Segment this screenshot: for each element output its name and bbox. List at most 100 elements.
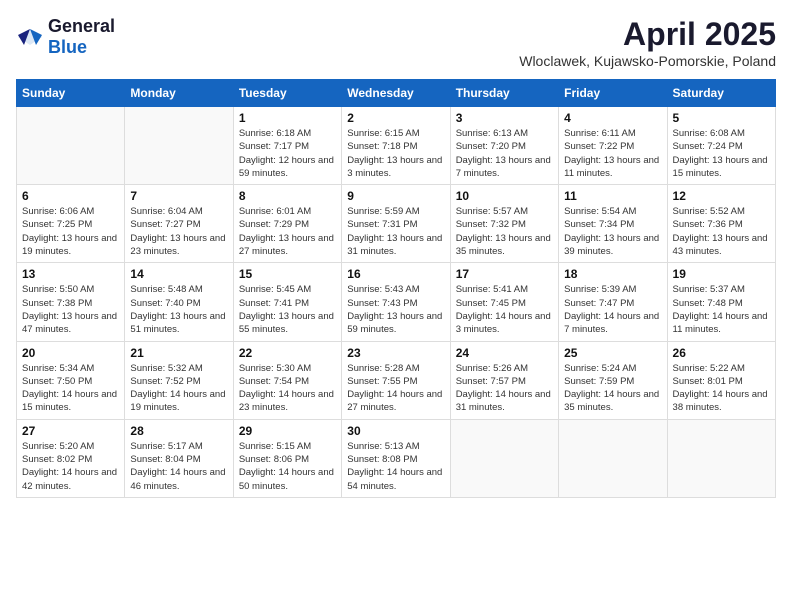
day-number: 12 <box>673 189 770 203</box>
day-number: 25 <box>564 346 661 360</box>
title-area: April 2025 Wloclawek, Kujawsko-Pomorskie… <box>519 16 776 69</box>
logo-icon <box>16 27 44 47</box>
calendar-cell <box>450 419 558 497</box>
calendar-cell: 18Sunrise: 5:39 AMSunset: 7:47 PMDayligh… <box>559 263 667 341</box>
day-info: Sunrise: 6:11 AMSunset: 7:22 PMDaylight:… <box>564 127 661 180</box>
calendar-cell: 15Sunrise: 5:45 AMSunset: 7:41 PMDayligh… <box>233 263 341 341</box>
calendar-cell: 5 Sunrise: 6:08 AMSunset: 7:24 PMDaylight… <box>667 107 775 185</box>
calendar-cell: 30 Sunrise: 5:13 AMSunset: 8:08 PMDayligh… <box>342 419 450 497</box>
calendar-cell: 21 Sunrise: 5:32 AMSunset: 7:52 PMDayligh… <box>125 341 233 419</box>
calendar-cell: 6 Sunrise: 6:06 AMSunset: 7:25 PMDaylight… <box>17 185 125 263</box>
day-number: 15 <box>239 267 336 281</box>
day-info: Sunrise: 5:37 AMSunset: 7:48 PMDaylight:… <box>673 283 770 336</box>
calendar-weekday-header: Monday <box>125 80 233 107</box>
day-number: 9 <box>347 189 444 203</box>
calendar-cell: 17Sunrise: 5:41 AMSunset: 7:45 PMDayligh… <box>450 263 558 341</box>
calendar-cell: 1Sunrise: 6:18 AMSunset: 7:17 PMDaylight… <box>233 107 341 185</box>
day-number: 16 <box>347 267 444 281</box>
calendar-weekday-header: Saturday <box>667 80 775 107</box>
logo-general: General <box>48 16 115 36</box>
calendar-weekday-header: Sunday <box>17 80 125 107</box>
calendar-header-row: SundayMondayTuesdayWednesdayThursdayFrid… <box>17 80 776 107</box>
day-info: Sunrise: 5:32 AMSunset: 7:52 PMDaylight:… <box>130 362 227 415</box>
calendar-cell: 27 Sunrise: 5:20 AMSunset: 8:02 PMDayligh… <box>17 419 125 497</box>
calendar-cell: 25 Sunrise: 5:24 AMSunset: 7:59 PMDayligh… <box>559 341 667 419</box>
day-number: 22 <box>239 346 336 360</box>
calendar-weekday-header: Wednesday <box>342 80 450 107</box>
calendar-weekday-header: Tuesday <box>233 80 341 107</box>
location-subtitle: Wloclawek, Kujawsko-Pomorskie, Poland <box>519 53 776 69</box>
day-number: 5 <box>673 111 770 125</box>
day-info: Sunrise: 5:22 AMSunset: 8:01 PMDaylight:… <box>673 362 770 415</box>
calendar-cell <box>667 419 775 497</box>
day-number: 3 <box>456 111 553 125</box>
calendar-cell: 24 Sunrise: 5:26 AMSunset: 7:57 PMDayligh… <box>450 341 558 419</box>
day-info: Sunrise: 5:57 AMSunset: 7:32 PMDaylight:… <box>456 205 553 258</box>
day-info: Sunrise: 5:28 AMSunset: 7:55 PMDaylight:… <box>347 362 444 415</box>
day-number: 20 <box>22 346 119 360</box>
day-number: 30 <box>347 424 444 438</box>
calendar-cell: 20 Sunrise: 5:34 AMSunset: 7:50 PMDayligh… <box>17 341 125 419</box>
day-info: Sunrise: 5:20 AMSunset: 8:02 PMDaylight:… <box>22 440 119 493</box>
day-info: Sunrise: 5:43 AMSunset: 7:43 PMDaylight:… <box>347 283 444 336</box>
calendar-cell <box>125 107 233 185</box>
calendar-cell: 7Sunrise: 6:04 AMSunset: 7:27 PMDaylight… <box>125 185 233 263</box>
day-info: Sunrise: 5:50 AMSunset: 7:38 PMDaylight:… <box>22 283 119 336</box>
calendar-week-row: 6 Sunrise: 6:06 AMSunset: 7:25 PMDaylight… <box>17 185 776 263</box>
day-info: Sunrise: 6:13 AMSunset: 7:20 PMDaylight:… <box>456 127 553 180</box>
day-number: 18 <box>564 267 661 281</box>
calendar-cell: 19 Sunrise: 5:37 AMSunset: 7:48 PMDayligh… <box>667 263 775 341</box>
day-number: 7 <box>130 189 227 203</box>
day-info: Sunrise: 5:26 AMSunset: 7:57 PMDaylight:… <box>456 362 553 415</box>
day-info: Sunrise: 6:06 AMSunset: 7:25 PMDaylight:… <box>22 205 119 258</box>
day-number: 8 <box>239 189 336 203</box>
day-info: Sunrise: 6:18 AMSunset: 7:17 PMDaylight:… <box>239 127 336 180</box>
day-info: Sunrise: 6:15 AMSunset: 7:18 PMDaylight:… <box>347 127 444 180</box>
calendar-week-row: 27 Sunrise: 5:20 AMSunset: 8:02 PMDayligh… <box>17 419 776 497</box>
day-number: 28 <box>130 424 227 438</box>
day-info: Sunrise: 5:34 AMSunset: 7:50 PMDaylight:… <box>22 362 119 415</box>
calendar-cell <box>17 107 125 185</box>
day-number: 19 <box>673 267 770 281</box>
day-number: 23 <box>347 346 444 360</box>
day-info: Sunrise: 6:01 AMSunset: 7:29 PMDaylight:… <box>239 205 336 258</box>
calendar-cell: 14Sunrise: 5:48 AMSunset: 7:40 PMDayligh… <box>125 263 233 341</box>
day-info: Sunrise: 5:30 AMSunset: 7:54 PMDaylight:… <box>239 362 336 415</box>
page-header: General Blue April 2025 Wloclawek, Kujaw… <box>16 16 776 69</box>
calendar-cell: 29 Sunrise: 5:15 AMSunset: 8:06 PMDayligh… <box>233 419 341 497</box>
calendar-cell: 10Sunrise: 5:57 AMSunset: 7:32 PMDayligh… <box>450 185 558 263</box>
day-info: Sunrise: 6:08 AMSunset: 7:24 PMDaylight:… <box>673 127 770 180</box>
month-title: April 2025 <box>519 16 776 53</box>
calendar-cell: 9 Sunrise: 5:59 AMSunset: 7:31 PMDaylight… <box>342 185 450 263</box>
calendar-cell: 16 Sunrise: 5:43 AMSunset: 7:43 PMDayligh… <box>342 263 450 341</box>
day-info: Sunrise: 5:54 AMSunset: 7:34 PMDaylight:… <box>564 205 661 258</box>
day-info: Sunrise: 5:13 AMSunset: 8:08 PMDaylight:… <box>347 440 444 493</box>
logo-text: General Blue <box>48 16 115 58</box>
day-number: 4 <box>564 111 661 125</box>
calendar-cell: 28Sunrise: 5:17 AMSunset: 8:04 PMDayligh… <box>125 419 233 497</box>
calendar-table: SundayMondayTuesdayWednesdayThursdayFrid… <box>16 79 776 498</box>
day-info: Sunrise: 5:41 AMSunset: 7:45 PMDaylight:… <box>456 283 553 336</box>
day-number: 13 <box>22 267 119 281</box>
logo: General Blue <box>16 16 115 58</box>
day-number: 14 <box>130 267 227 281</box>
day-info: Sunrise: 5:15 AMSunset: 8:06 PMDaylight:… <box>239 440 336 493</box>
day-info: Sunrise: 5:52 AMSunset: 7:36 PMDaylight:… <box>673 205 770 258</box>
calendar-weekday-header: Thursday <box>450 80 558 107</box>
calendar-cell: 13 Sunrise: 5:50 AMSunset: 7:38 PMDayligh… <box>17 263 125 341</box>
day-number: 21 <box>130 346 227 360</box>
day-info: Sunrise: 5:24 AMSunset: 7:59 PMDaylight:… <box>564 362 661 415</box>
calendar-week-row: 13 Sunrise: 5:50 AMSunset: 7:38 PMDayligh… <box>17 263 776 341</box>
calendar-cell: 8 Sunrise: 6:01 AMSunset: 7:29 PMDaylight… <box>233 185 341 263</box>
calendar-cell: 4 Sunrise: 6:11 AMSunset: 7:22 PMDaylight… <box>559 107 667 185</box>
calendar-cell: 12 Sunrise: 5:52 AMSunset: 7:36 PMDayligh… <box>667 185 775 263</box>
day-number: 27 <box>22 424 119 438</box>
calendar-week-row: 1Sunrise: 6:18 AMSunset: 7:17 PMDaylight… <box>17 107 776 185</box>
calendar-week-row: 20 Sunrise: 5:34 AMSunset: 7:50 PMDayligh… <box>17 341 776 419</box>
day-number: 6 <box>22 189 119 203</box>
day-info: Sunrise: 5:59 AMSunset: 7:31 PMDaylight:… <box>347 205 444 258</box>
calendar-cell <box>559 419 667 497</box>
day-number: 24 <box>456 346 553 360</box>
calendar-cell: 22 Sunrise: 5:30 AMSunset: 7:54 PMDayligh… <box>233 341 341 419</box>
day-number: 29 <box>239 424 336 438</box>
